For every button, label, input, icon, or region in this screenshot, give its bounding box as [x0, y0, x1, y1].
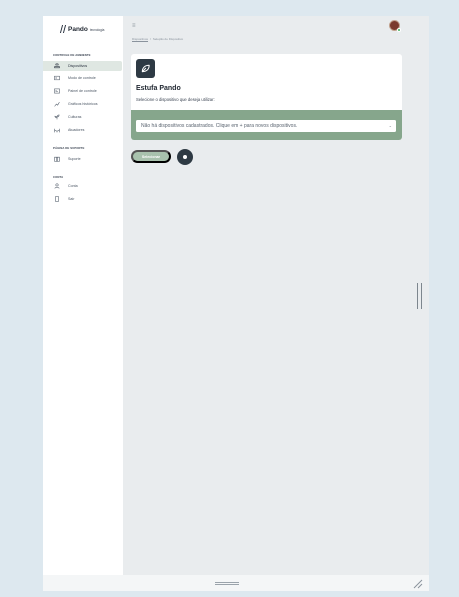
- sidebar-item-graficos-historicos[interactable]: Gráficos históricos: [43, 99, 122, 109]
- sidebar-item-label: Dispositivos: [68, 64, 88, 68]
- settings-box-icon: [54, 75, 60, 81]
- user-icon: [54, 183, 60, 189]
- device-select-value: Não há dispositivos cadastrados. Clique …: [141, 123, 298, 129]
- actuator-icon: [54, 127, 60, 133]
- breadcrumb-link[interactable]: Dispositivos: [132, 37, 148, 41]
- sidebar-item-conta[interactable]: Conta: [43, 181, 122, 191]
- sidebar-item-painel-de-controle[interactable]: Painel de controle: [43, 86, 122, 96]
- select-button[interactable]: Selecionar: [131, 150, 171, 163]
- sidebar-item-label: Culturas: [68, 115, 82, 119]
- dot-icon: [183, 155, 187, 159]
- sidebar-item-suporte[interactable]: Suporte: [43, 154, 122, 164]
- logout-icon: [54, 196, 60, 202]
- sidebar-item-label: Suporte: [68, 157, 81, 161]
- brand-name: Pando: [68, 25, 88, 33]
- app-window: Pando tecnologia CONTROLE DE AMBIENTE Di…: [43, 16, 429, 591]
- plant-icon: [54, 114, 60, 120]
- sidebar-item-label: Painel de controle: [68, 89, 97, 93]
- sidebar-item-label: Sair: [68, 197, 75, 201]
- sidebar-item-atuadores[interactable]: Atuadores: [43, 125, 122, 135]
- brand-sub: tecnologia: [89, 27, 105, 32]
- section-title-account: CONTA: [53, 175, 64, 179]
- breadcrumb: Dispositivos / Seleção de Dispositivo: [132, 37, 183, 41]
- bottom-bar: [43, 575, 429, 591]
- select-band: Não há dispositivos cadastrados. Clique …: [131, 110, 402, 140]
- online-status-dot: [397, 28, 401, 32]
- breadcrumb-separator: /: [150, 37, 151, 41]
- router-icon: [54, 63, 60, 69]
- add-device-button[interactable]: [177, 149, 193, 165]
- panel-icon: [54, 88, 60, 94]
- logo-icon: [61, 25, 66, 33]
- drag-handle[interactable]: [215, 582, 239, 585]
- sidebar-item-dispositivos[interactable]: Dispositivos: [43, 61, 122, 71]
- chart-icon: [54, 101, 60, 107]
- sidebar-item-label: Atuadores: [68, 128, 85, 132]
- menu-icon[interactable]: ≡: [132, 23, 136, 29]
- device-select[interactable]: Não há dispositivos cadastrados. Clique …: [136, 120, 396, 132]
- sidebar-item-label: Conta: [68, 184, 78, 188]
- main-content: ≡ Dispositivos / Seleção de Dispositivo …: [123, 16, 429, 575]
- device-selection-card: Estufa Pando Selecione o dispositivo que…: [131, 54, 402, 140]
- card-subtitle: Selecione o dispositivo que deseja utili…: [136, 97, 215, 102]
- breadcrumb-current: Seleção de Dispositivo: [152, 37, 184, 41]
- sidebar-item-modo-de-controle[interactable]: Modo de controle: [43, 73, 122, 83]
- sidebar-item-label: Gráficos históricos: [68, 102, 98, 106]
- brand-logo[interactable]: Pando tecnologia: [61, 25, 104, 33]
- sidebar: Pando tecnologia CONTROLE DE AMBIENTE Di…: [43, 16, 123, 575]
- resize-grip-icon[interactable]: [413, 579, 423, 589]
- sidebar-item-sair[interactable]: Sair: [43, 194, 122, 204]
- sidebar-item-culturas[interactable]: Culturas: [43, 112, 122, 122]
- leaf-icon: [136, 59, 155, 78]
- page-title: Estufa Pando: [136, 85, 181, 92]
- section-title-support: PÁGINA DE SUPORTE: [53, 146, 85, 150]
- top-bar: ≡ Dispositivos / Seleção de Dispositivo: [123, 16, 413, 46]
- book-icon: [54, 156, 60, 162]
- chevron-down-icon: ⌄: [388, 123, 392, 128]
- section-title-environment: CONTROLE DE AMBIENTE: [53, 53, 91, 57]
- sidebar-item-label: Modo de controle: [68, 76, 96, 80]
- side-resize-handle[interactable]: [417, 283, 422, 309]
